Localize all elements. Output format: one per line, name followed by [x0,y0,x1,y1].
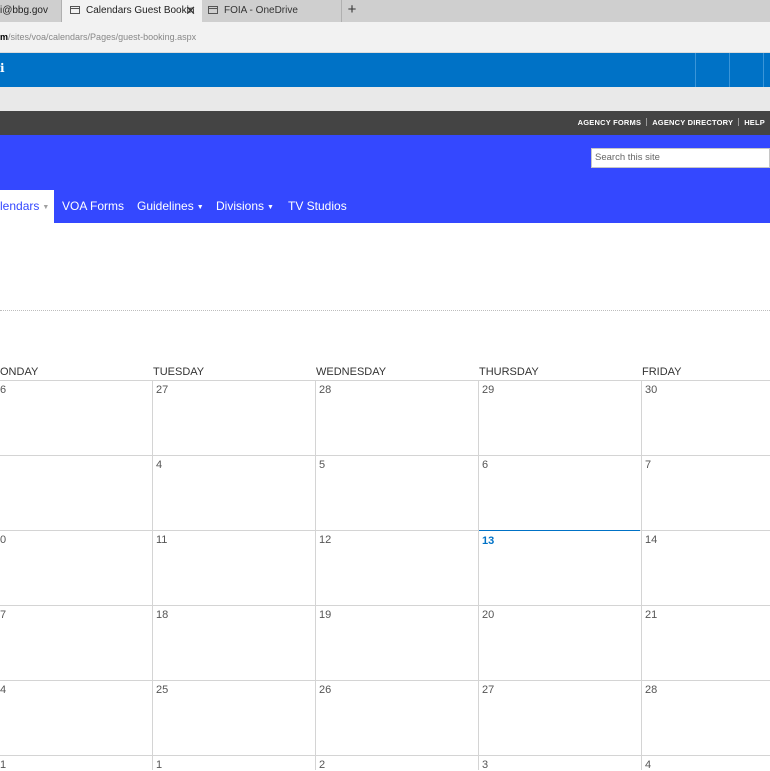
day-cell[interactable]: 14 [645,534,657,546]
browser-tab-calendars[interactable]: Calendars Guest Bookin ✕ [62,0,202,22]
nav-item-tv-studios[interactable]: TV Studios [288,190,347,223]
page-icon [70,6,80,14]
address-bar[interactable]: m/sites/voa/calendars/Pages/guest-bookin… [0,22,770,53]
day-cell[interactable]: 12 [319,534,331,546]
day-cell[interactable]: 29 [482,384,494,396]
day-cell[interactable]: 1 [156,759,162,771]
day-header-thursday: THURSDAY [479,366,539,378]
browser-tab-strip: i@bbg.gov Calendars Guest Bookin ✕ FOIA … [0,0,770,22]
tab-label: i@bbg.gov [0,5,48,16]
app-launcher-icon[interactable]: ℹ [0,62,5,74]
url-domain: m [0,32,9,42]
new-tab-button[interactable]: + [344,0,360,22]
day-cell[interactable]: 4 [156,459,162,471]
top-navigation: lendars ▼ VOA Forms Guidelines ▼ Divisions… [0,190,770,223]
tab-label: FOIA - OneDrive [224,5,298,16]
page-icon [208,6,218,14]
url-path: /sites/voa/calendars/Pages/guest-booking… [8,32,197,42]
chevron-down-icon: ▼ [42,204,50,211]
nav-label: Divisions [216,199,265,213]
day-cell[interactable]: 2 [319,759,325,771]
day-cell[interactable]: 6 [0,384,6,396]
day-cell[interactable]: 11 [156,534,167,546]
divider [646,118,648,126]
day-cell[interactable]: 28 [319,384,331,396]
ribbon-row [0,87,770,111]
grid-row-line [0,680,770,681]
day-cell[interactable]: 19 [319,609,331,621]
grid-row-line [0,755,770,756]
grid-col-line [315,380,316,770]
tab-label: Calendars Guest Bookin [86,5,195,16]
day-cell[interactable]: 25 [156,684,168,696]
grid-row-line [0,380,770,381]
agency-directory-link[interactable]: AGENCY DIRECTORY [652,118,733,127]
day-cell[interactable]: 0 [0,534,6,546]
day-cell[interactable]: 5 [319,459,325,471]
grid-col-line [641,380,642,770]
grid-row-line [0,530,770,531]
grid-col-line [152,380,153,770]
suite-bar: ℹ [0,53,770,87]
day-cell[interactable]: 28 [645,684,657,696]
browser-tab-foia[interactable]: FOIA - OneDrive [202,0,342,22]
day-cell[interactable]: 21 [645,609,657,621]
nav-item-calendars[interactable]: lendars ▼ [0,190,54,223]
nav-label: Guidelines [137,199,194,213]
divider [738,118,740,126]
day-cell[interactable]: 26 [319,684,331,696]
day-cell[interactable]: 3 [482,759,488,771]
help-link[interactable]: HELP [744,118,765,127]
day-cell[interactable]: 7 [645,459,651,471]
grid-col-line [478,380,479,770]
day-cell-today[interactable]: 13 [482,535,494,547]
nav-item-divisions[interactable]: Divisions ▼ [216,190,274,223]
nav-label: lendars [0,199,40,213]
day-header-friday: FRIDAY [642,366,682,378]
day-cell[interactable]: 7 [0,609,6,621]
day-cell[interactable]: 4 [645,759,651,771]
utility-bar: AGENCY FORMS AGENCY DIRECTORY HELP [0,111,770,135]
site-header: Search this site [0,135,770,190]
day-cell[interactable]: 1 [0,759,6,771]
nav-label: TV Studios [288,199,347,213]
today-indicator [479,530,640,531]
suite-button-notifications[interactable] [695,53,729,87]
nav-label: VOA Forms [62,199,125,213]
chevron-down-icon: ▼ [267,204,274,211]
section-divider [0,310,770,311]
day-cell[interactable]: 18 [156,609,168,621]
suite-button-help[interactable] [763,53,770,87]
day-cell[interactable]: 20 [482,609,494,621]
day-header-monday: ONDAY [0,366,39,378]
suite-button-settings[interactable] [729,53,763,87]
day-cell[interactable]: 6 [482,459,488,471]
search-input[interactable]: Search this site [591,148,770,168]
day-cell[interactable]: 27 [482,684,494,696]
day-cell[interactable]: 30 [645,384,657,396]
grid-row-line [0,455,770,456]
grid-row-line [0,605,770,606]
day-cell[interactable]: 4 [0,684,6,696]
chevron-down-icon: ▼ [196,204,204,211]
url-text[interactable]: m/sites/voa/calendars/Pages/guest-bookin… [0,32,196,42]
agency-forms-link[interactable]: AGENCY FORMS [578,118,642,127]
close-icon[interactable]: ✕ [185,0,196,22]
day-cell[interactable]: 27 [156,384,168,396]
browser-tab-email[interactable]: i@bbg.gov [0,0,62,22]
utility-links: AGENCY FORMS AGENCY DIRECTORY HELP [578,111,765,135]
day-header-tuesday: TUESDAY [153,366,205,378]
day-header-wednesday: WEDNESDAY [316,366,387,378]
nav-item-guidelines[interactable]: Guidelines ▼ [137,190,204,223]
nav-item-voa-forms[interactable]: VOA Forms [62,190,124,223]
